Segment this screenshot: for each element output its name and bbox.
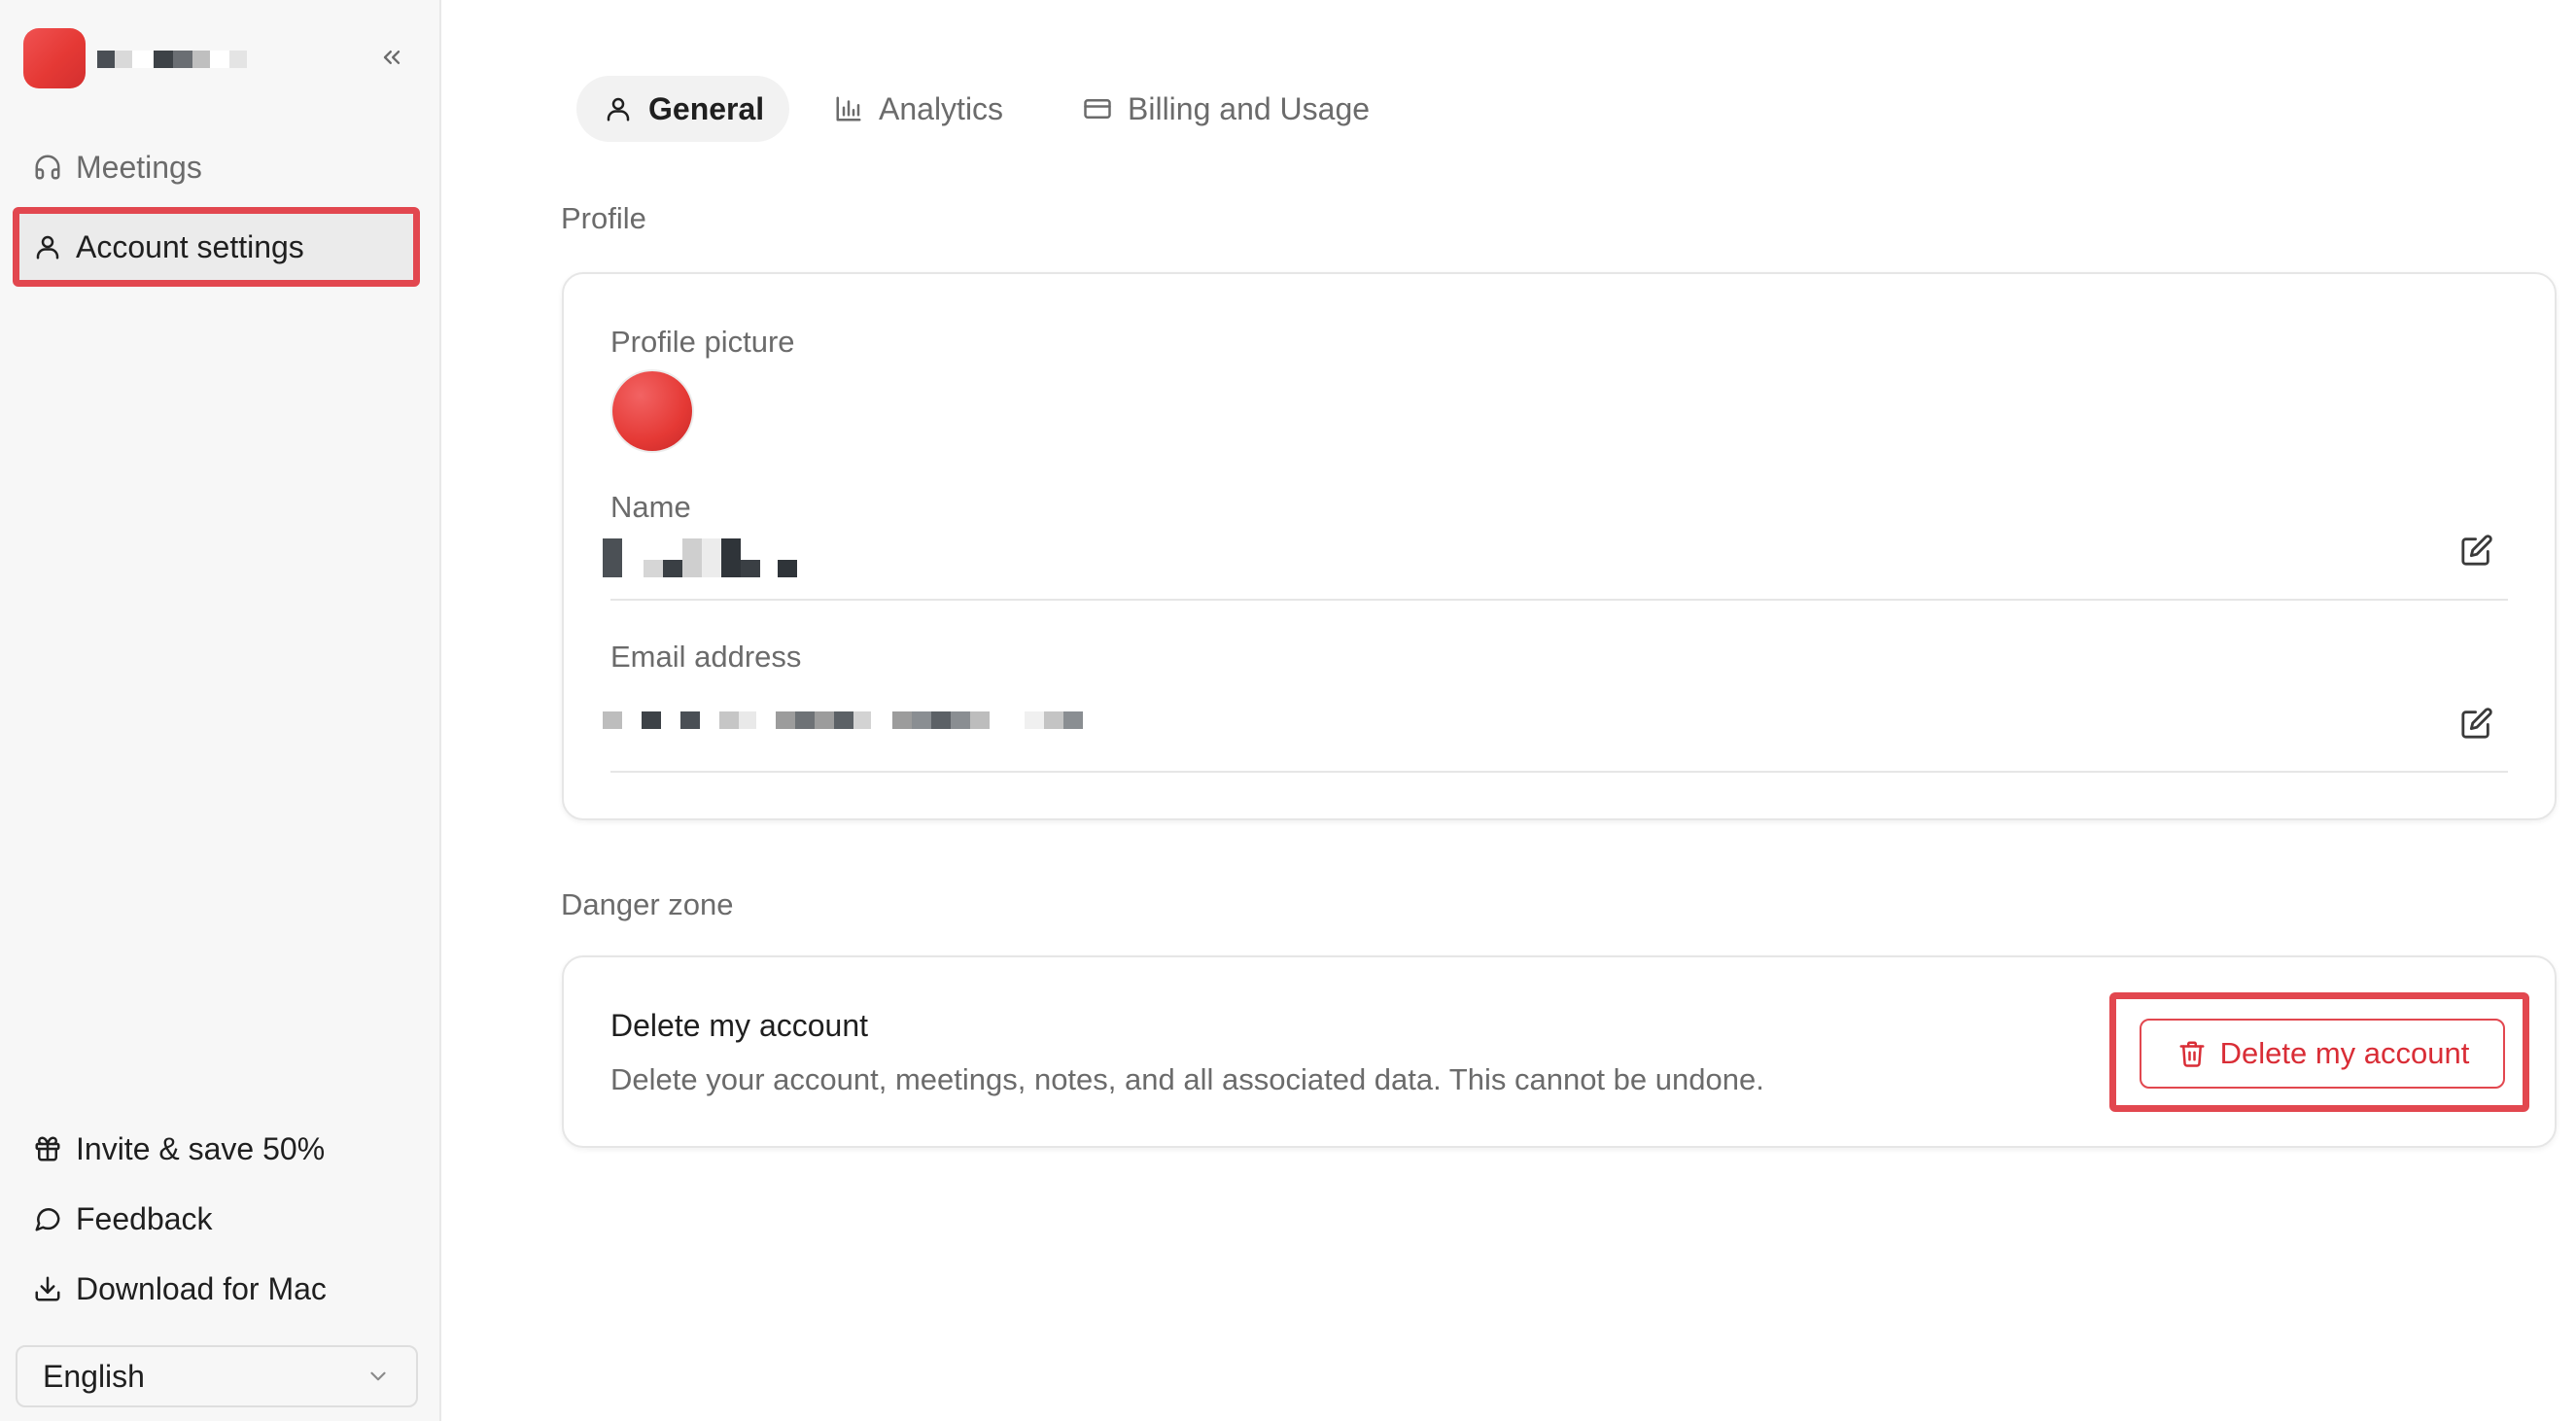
edit-name-button[interactable] (2457, 531, 2496, 570)
delete-account-button[interactable]: Delete my account (2140, 1019, 2505, 1089)
invite-label: Invite & save 50% (76, 1130, 326, 1166)
tab-general[interactable]: General (576, 76, 790, 142)
profile-avatar[interactable] (612, 371, 692, 451)
sidebar-item-meetings[interactable]: Meetings (14, 132, 416, 202)
feedback-label: Feedback (76, 1200, 213, 1236)
profile-picture-label: Profile picture (610, 325, 795, 359)
danger-zone-section-title: Danger zone (561, 887, 734, 921)
workspace-logo[interactable] (23, 28, 86, 88)
sidebar-item-label: Account settings (76, 228, 304, 264)
name-label: Name (610, 490, 691, 524)
invite-link[interactable]: Invite & save 50% (14, 1120, 416, 1178)
danger-zone-card: Delete my account Delete your account, m… (562, 955, 2557, 1148)
sidebar: Meetings Account settings Invite & save … (0, 0, 441, 1421)
email-label: Email address (610, 640, 802, 674)
user-icon (602, 92, 635, 125)
edit-icon (2461, 535, 2492, 566)
download-icon (31, 1272, 64, 1305)
tab-analytics[interactable]: Analytics (807, 76, 1028, 142)
email-divider (610, 771, 2508, 773)
delete-account-button-label: Delete my account (2219, 1036, 2470, 1070)
credit-card-icon (1081, 92, 1114, 125)
feedback-link[interactable]: Feedback (14, 1190, 416, 1248)
language-selected-value: English (43, 1358, 145, 1394)
chevron-down-icon (370, 1371, 386, 1381)
email-value-redacted (603, 711, 1083, 729)
collapse-sidebar-button[interactable] (375, 41, 408, 74)
bar-chart-icon (832, 92, 865, 125)
download-label: Download for Mac (76, 1270, 327, 1306)
headphones-icon (31, 151, 64, 184)
delete-account-title: Delete my account (610, 1008, 869, 1043)
message-circle-icon (31, 1202, 64, 1235)
sidebar-item-label: Meetings (76, 149, 202, 185)
profile-card: Profile picture Name Email address (562, 272, 2557, 820)
gift-icon (31, 1132, 64, 1165)
trash-icon (2176, 1037, 2209, 1070)
download-for-mac-link[interactable]: Download for Mac (14, 1260, 416, 1318)
edit-email-button[interactable] (2457, 704, 2496, 743)
sidebar-item-account-settings[interactable]: Account settings (14, 212, 416, 282)
tab-billing-and-usage[interactable]: Billing and Usage (1056, 76, 1395, 142)
tab-label: Analytics (879, 90, 1004, 126)
language-select[interactable]: English (16, 1345, 418, 1407)
edit-icon (2461, 708, 2492, 739)
chevrons-left-icon (383, 51, 400, 65)
name-divider (610, 599, 2508, 601)
tab-label: General (648, 90, 765, 126)
profile-section-title: Profile (561, 201, 646, 235)
user-icon (31, 230, 64, 263)
delete-account-description: Delete your account, meetings, notes, an… (610, 1062, 1764, 1096)
tab-label: Billing and Usage (1128, 90, 1371, 126)
workspace-name-redacted (97, 51, 247, 68)
name-value-redacted (603, 538, 797, 577)
